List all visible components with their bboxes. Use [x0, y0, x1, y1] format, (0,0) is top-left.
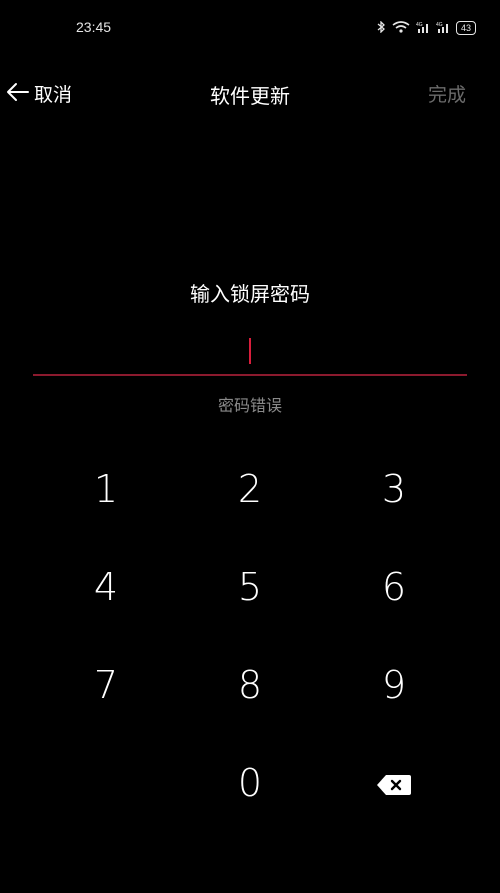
- key-8[interactable]: 8: [178, 636, 322, 734]
- battery-icon: 43: [455, 20, 476, 35]
- key-9[interactable]: 9: [322, 636, 466, 734]
- error-message: 密码错误: [217, 396, 282, 415]
- key-2[interactable]: 2: [178, 440, 322, 538]
- key-1[interactable]: 1: [34, 440, 178, 538]
- key-6[interactable]: 6: [322, 538, 466, 636]
- input-underline: [33, 374, 467, 376]
- password-input[interactable]: [33, 330, 467, 376]
- bluetooth-icon: [377, 18, 386, 37]
- status-icons: 4G 4G 43: [377, 18, 476, 37]
- key-3[interactable]: 3: [322, 440, 466, 538]
- svg-text:4G: 4G: [416, 22, 423, 28]
- done-button[interactable]: 完成: [428, 80, 466, 107]
- signal-4g-icon: 4G: [436, 18, 450, 37]
- signal-4g-icon: 4G: [416, 18, 430, 37]
- text-cursor: [249, 338, 251, 364]
- key-empty: [34, 734, 178, 832]
- backspace-button[interactable]: [322, 734, 466, 832]
- numeric-keypad: 1 2 3 4 5 6 7 8 9 0: [34, 440, 466, 832]
- key-4[interactable]: 4: [34, 538, 178, 636]
- status-time: 23:45: [76, 19, 112, 35]
- page-title: 软件更新: [210, 84, 290, 108]
- password-prompt: 输入锁屏密码: [190, 282, 310, 306]
- status-bar: 23:45 4G 4G 43: [0, 0, 500, 56]
- svg-text:4G: 4G: [436, 22, 443, 28]
- wifi-icon: [392, 18, 410, 37]
- key-5[interactable]: 5: [178, 538, 322, 636]
- key-7[interactable]: 7: [34, 636, 178, 734]
- nav-bar: 取消 软件更新 完成: [0, 74, 500, 114]
- key-0[interactable]: 0: [178, 734, 322, 832]
- backspace-icon: [376, 761, 412, 805]
